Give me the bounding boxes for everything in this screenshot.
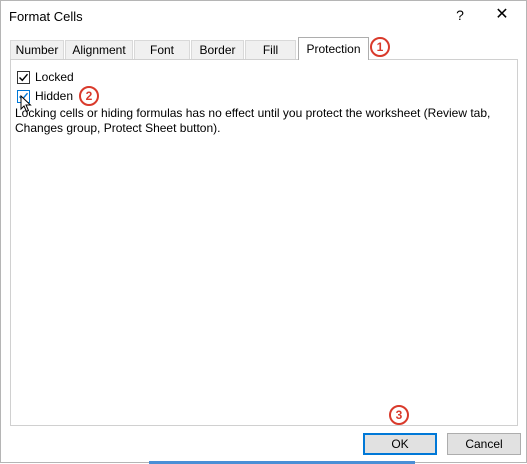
hidden-label: Hidden bbox=[35, 89, 74, 103]
tab-border[interactable]: Border bbox=[191, 40, 244, 59]
check-icon bbox=[19, 73, 29, 82]
tab-protection[interactable]: Protection bbox=[298, 37, 369, 60]
help-button[interactable]: ? bbox=[450, 5, 470, 25]
dialog-title: Format Cells bbox=[9, 9, 83, 24]
tab-number[interactable]: Number bbox=[10, 40, 64, 59]
protection-panel: Locked Hidden Locking cells or hiding fo… bbox=[10, 59, 518, 426]
title-bar: Format Cells ? ✕ bbox=[1, 1, 526, 31]
annotation-badge-3: 3 bbox=[389, 405, 409, 425]
close-button[interactable]: ✕ bbox=[492, 5, 512, 25]
mouse-cursor-icon bbox=[20, 95, 32, 113]
protection-note: Locking cells or hiding formulas has no … bbox=[15, 106, 491, 135]
tab-font[interactable]: Font bbox=[134, 40, 190, 59]
tab-alignment[interactable]: Alignment bbox=[65, 40, 133, 59]
cancel-button[interactable]: Cancel bbox=[447, 433, 521, 455]
tab-fill[interactable]: Fill bbox=[245, 40, 296, 59]
annotation-badge-1: 1 bbox=[370, 37, 390, 57]
locked-label: Locked bbox=[35, 70, 74, 84]
annotation-badge-2: 2 bbox=[79, 86, 99, 106]
locked-checkbox[interactable] bbox=[17, 71, 30, 84]
ok-button[interactable]: OK bbox=[363, 433, 437, 455]
format-cells-dialog: Format Cells ? ✕ Number Alignment Font B… bbox=[0, 0, 527, 464]
